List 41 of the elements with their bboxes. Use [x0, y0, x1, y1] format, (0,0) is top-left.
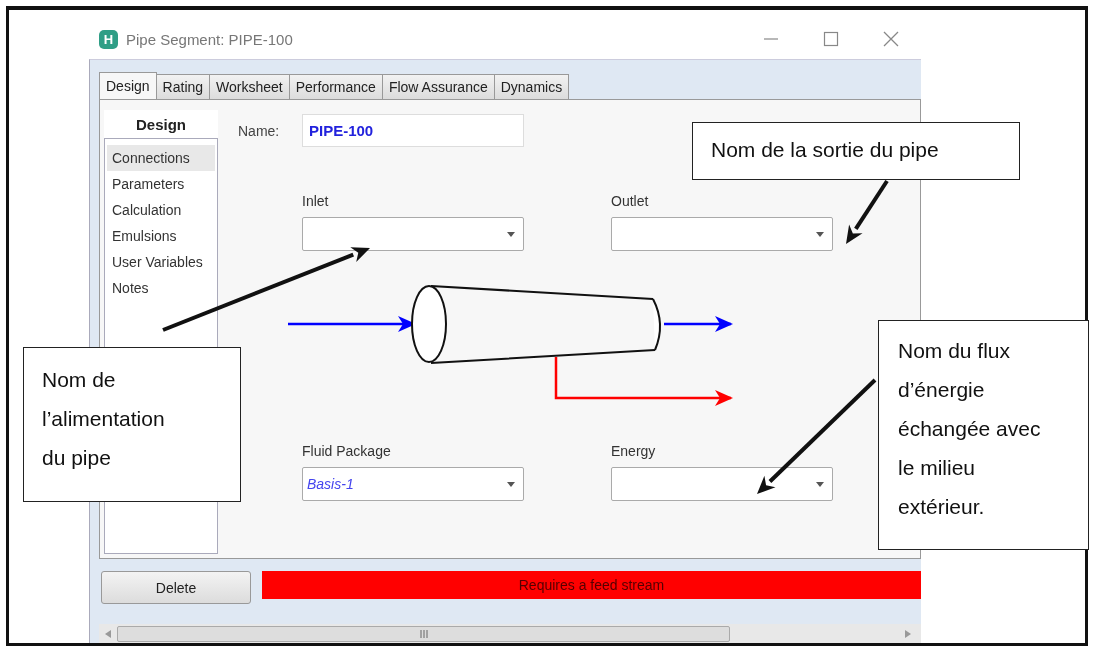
tab[interactable]: Design [99, 72, 157, 99]
dropdown-field[interactable] [611, 217, 833, 251]
tab[interactable]: Rating [155, 74, 211, 99]
delete-button[interactable]: Delete [101, 571, 251, 604]
maximize-icon[interactable] [823, 31, 839, 47]
name-field[interactable]: PIPE-100 [302, 114, 524, 147]
field-label: Energy [611, 443, 656, 459]
dropdown-field[interactable]: Basis-1 [302, 467, 524, 501]
caret-icon [507, 231, 515, 237]
field-label: Inlet [302, 193, 329, 209]
tab[interactable]: Dynamics [493, 74, 570, 99]
app-logo: H [99, 29, 118, 49]
field-label: Fluid Package [302, 443, 391, 459]
sidebar-item[interactable]: Parameters [107, 171, 215, 197]
caret-icon [816, 231, 824, 237]
pointer-arrow [846, 179, 889, 244]
scroll-right-icon[interactable] [905, 630, 911, 638]
dropdown-field[interactable] [611, 467, 833, 501]
grip-icon [418, 630, 429, 638]
field-label: Outlet [611, 193, 649, 209]
caret-icon [507, 481, 515, 487]
sidebar-item[interactable]: User Variables [107, 249, 215, 275]
window-title: Pipe Segment: PIPE-100 [126, 30, 294, 48]
sidebar-item[interactable]: Emulsions [107, 223, 215, 249]
sidebar-title: Design [104, 110, 218, 138]
dropdown-field[interactable] [302, 217, 524, 251]
tab[interactable]: Flow Assurance [381, 74, 495, 99]
callout-text: Nom de la sortie du pipe [692, 122, 1020, 180]
close-icon[interactable] [883, 31, 899, 47]
callout-text: Nom de l’alimentation du pipe [23, 347, 241, 502]
horizontal-scrollbar[interactable] [99, 624, 921, 643]
status-bar: Requires a feed stream [262, 571, 921, 599]
callout-text: Nom du flux d’énergie échangée avec le milieu extérieur. [878, 320, 1089, 550]
name-label: Name: [238, 122, 281, 139]
tab[interactable]: Performance [288, 74, 383, 99]
scroll-left-icon[interactable] [105, 630, 111, 638]
sidebar-item[interactable]: Notes [107, 275, 215, 301]
sidebar-item[interactable]: Calculation [107, 197, 215, 223]
sidebar-item[interactable]: Connections [107, 145, 215, 171]
tab[interactable]: Worksheet [209, 74, 290, 99]
caret-icon [816, 481, 824, 487]
